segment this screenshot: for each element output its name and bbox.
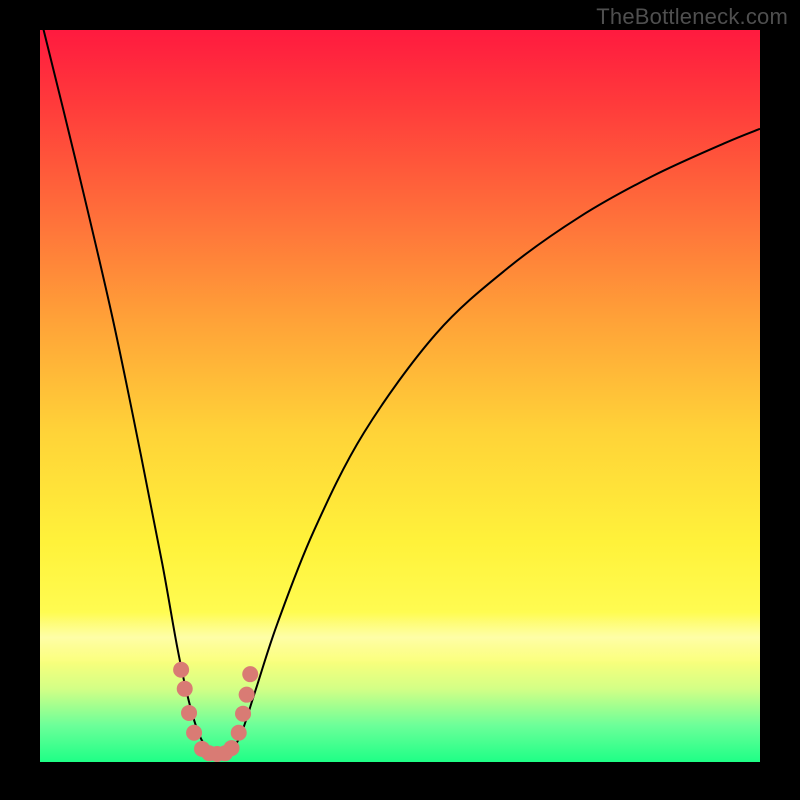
trough-marker — [231, 725, 247, 741]
trough-marker — [242, 666, 258, 682]
trough-marker — [235, 706, 251, 722]
marker-group — [173, 662, 258, 762]
trough-marker — [173, 662, 189, 678]
chart-svg — [40, 30, 760, 762]
bottleneck-curve — [40, 30, 760, 755]
trough-marker — [186, 725, 202, 741]
trough-marker — [224, 740, 240, 756]
trough-marker — [239, 687, 255, 703]
chart-frame: TheBottleneck.com — [0, 0, 800, 800]
watermark-text: TheBottleneck.com — [596, 4, 788, 30]
plot-area — [40, 30, 760, 762]
trough-marker — [181, 705, 197, 721]
trough-marker — [177, 681, 193, 697]
